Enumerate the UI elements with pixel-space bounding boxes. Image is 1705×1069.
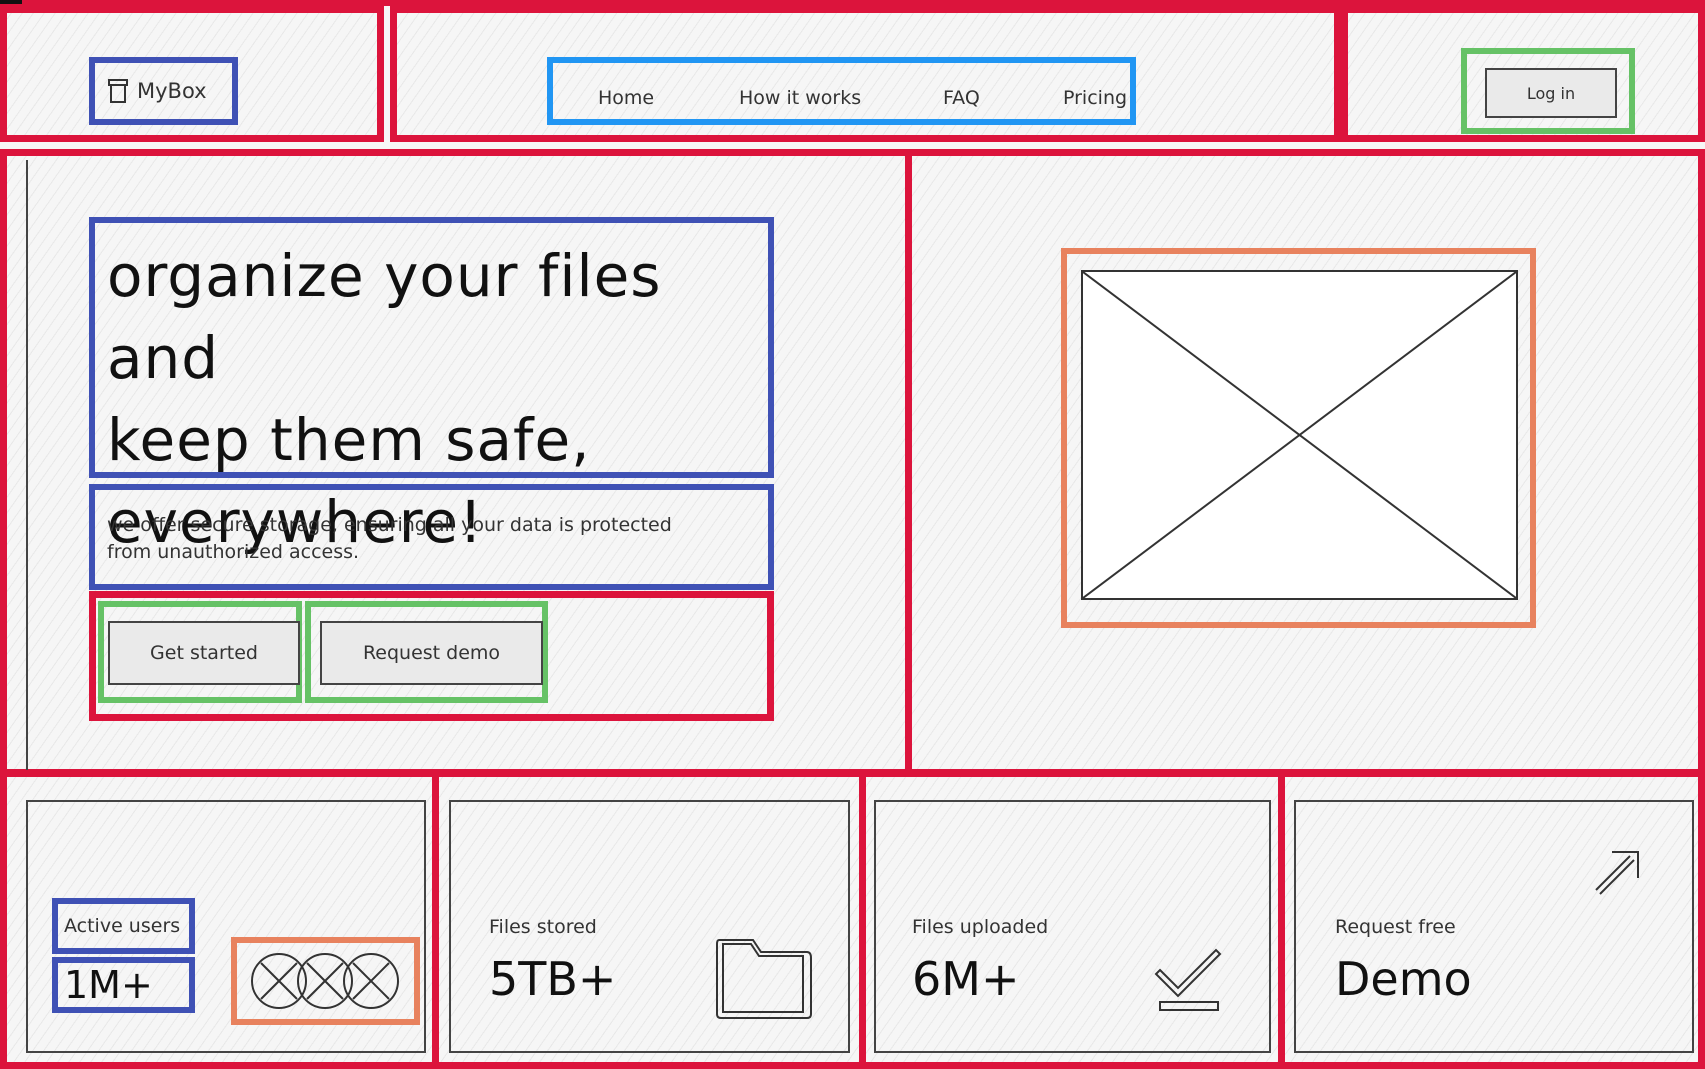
folder-icon: [716, 939, 812, 1019]
hero-headline-box: organize your files and keep them safe, …: [89, 217, 774, 556]
stat-label-box: Active users: [52, 898, 195, 954]
brand-name: MyBox: [137, 79, 207, 103]
hero-subtitle-line-1: we offer secure storage, ensuring all yo…: [107, 514, 672, 536]
stat-value: 6M+: [912, 952, 1020, 1006]
stat-value: Demo: [1335, 952, 1472, 1006]
login-button[interactable]: Log in: [1485, 68, 1617, 118]
stat-value: 5TB+: [489, 952, 617, 1006]
main-nav: Home How it works FAQ Pricing: [547, 57, 1136, 125]
image-placeholder: [1081, 270, 1518, 600]
top-left-corner: [0, 0, 22, 4]
hero-headline-line-2: keep them safe,: [107, 406, 591, 474]
request-demo-button[interactable]: Request demo: [320, 621, 543, 685]
checkmark-icon: [1154, 948, 1222, 1011]
hero-left-divider: [26, 160, 28, 770]
stat-label: Active users: [64, 915, 181, 937]
brand-logo[interactable]: MyBox: [89, 57, 238, 125]
box-icon: [107, 77, 129, 105]
nav-home[interactable]: Home: [598, 87, 654, 109]
nav-pricing[interactable]: Pricing: [1063, 87, 1127, 109]
get-started-group: Get started: [98, 601, 302, 703]
request-demo-group: Request demo: [305, 601, 548, 703]
stat-value: 1M+: [64, 963, 153, 1007]
stat-card-files-stored: Files stored 5TB+: [449, 800, 850, 1053]
stat-value-box: 1M+: [52, 957, 195, 1013]
hero-subtitle-box: we offer secure storage, ensuring all yo…: [89, 484, 774, 590]
hero-subtitle-line-2: from unauthorized access.: [107, 541, 360, 563]
avatar-group-box: [231, 937, 420, 1025]
stat-label: Request free: [1335, 916, 1456, 938]
arrow-up-right-icon: [1595, 851, 1639, 895]
get-started-button[interactable]: Get started: [108, 621, 300, 685]
stat-label: Files stored: [489, 916, 597, 938]
avatar-group-icon: [251, 953, 399, 1009]
hero-image-frame: [1061, 248, 1536, 628]
login-button-group: Log in: [1461, 48, 1635, 134]
stat-card-active-users: Active users 1M+: [26, 800, 426, 1053]
stat-card-files-uploaded: Files uploaded 6M+: [874, 800, 1271, 1053]
hero-headline-line-1: organize your files and: [107, 242, 662, 392]
stat-label: Files uploaded: [912, 916, 1049, 938]
nav-how-it-works[interactable]: How it works: [739, 87, 861, 109]
stat-card-request-demo[interactable]: Request free Demo: [1294, 800, 1694, 1053]
nav-faq[interactable]: FAQ: [943, 87, 980, 109]
image-placeholder-cross: [1083, 272, 1516, 598]
